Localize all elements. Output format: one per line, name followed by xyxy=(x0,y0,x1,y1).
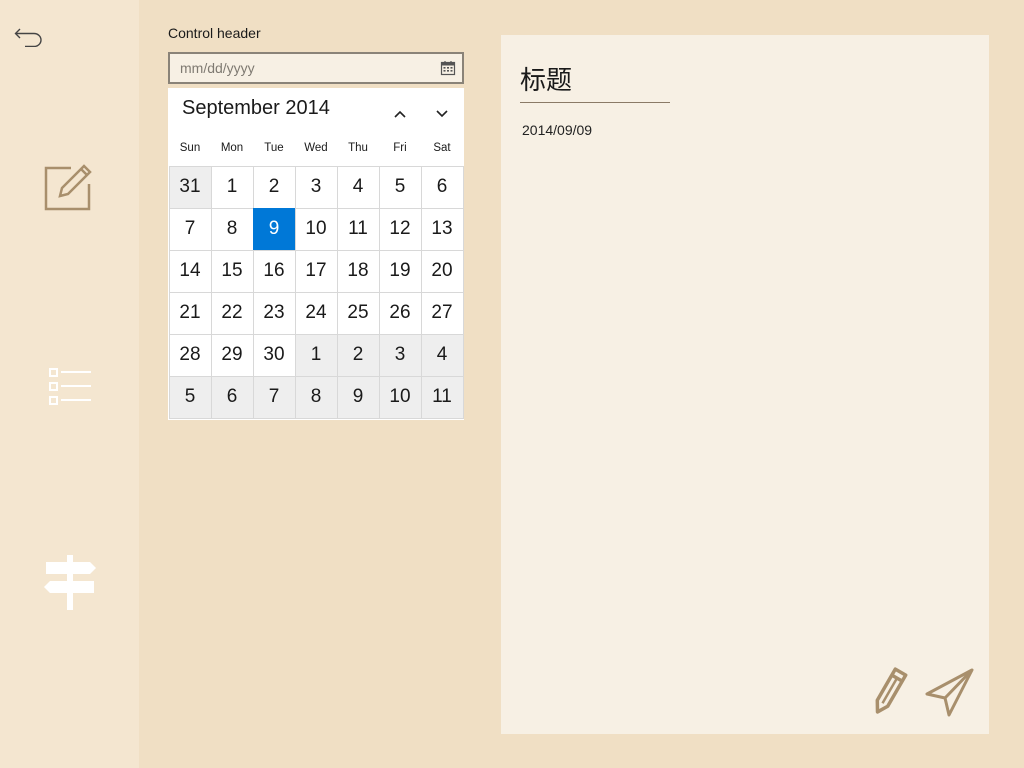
weekday-label: Sat xyxy=(433,142,451,154)
list-icon[interactable] xyxy=(48,367,92,407)
weekday-label: Sun xyxy=(179,142,201,154)
day-cell[interactable]: 20 xyxy=(420,249,464,293)
day-cell[interactable]: 16 xyxy=(252,249,296,293)
day-cell[interactable]: 21 xyxy=(168,291,212,335)
day-cell[interactable]: 6 xyxy=(210,375,254,419)
day-grid: 31 1 2 3 4 5 6 7 8 9 10 11 12 13 14 15 16 17 18 19 20 21 22 23 2… xyxy=(168,165,464,419)
day-cell[interactable]: 8 xyxy=(210,207,254,251)
pencil-icon[interactable] xyxy=(867,665,911,724)
signpost-icon[interactable] xyxy=(42,554,98,610)
weekday-label: Mon xyxy=(220,142,244,154)
day-cell[interactable]: 2 xyxy=(336,333,380,377)
date-picker-header: Control header xyxy=(168,25,261,41)
note-title[interactable]: 标题 xyxy=(520,60,572,97)
day-cell[interactable]: 7 xyxy=(168,207,212,251)
day-cell[interactable]: 19 xyxy=(378,249,422,293)
note-date: 2014/09/09 xyxy=(522,122,593,138)
day-cell[interactable]: 1 xyxy=(210,165,254,209)
day-cell[interactable]: 27 xyxy=(420,291,464,335)
day-cell[interactable]: 6 xyxy=(420,165,464,209)
date-picker-field[interactable] xyxy=(168,52,464,84)
back-arrow-icon[interactable] xyxy=(14,23,44,47)
chevron-up-icon[interactable] xyxy=(388,102,412,126)
day-cell-selected[interactable]: 9 xyxy=(252,207,296,251)
day-cell[interactable]: 8 xyxy=(294,375,338,419)
day-cell[interactable]: 23 xyxy=(252,291,296,335)
day-cell[interactable]: 4 xyxy=(420,333,464,377)
day-cell[interactable]: 13 xyxy=(420,207,464,251)
weekday-label: Tue xyxy=(264,142,284,154)
day-cell[interactable]: 5 xyxy=(168,375,212,419)
day-cell[interactable]: 28 xyxy=(168,333,212,377)
weekday-label: Thu xyxy=(348,142,368,154)
day-cell[interactable]: 3 xyxy=(378,333,422,377)
weekday-label: Wed xyxy=(304,142,328,154)
day-cell[interactable]: 12 xyxy=(378,207,422,251)
title-underline xyxy=(520,102,670,103)
day-cell[interactable]: 24 xyxy=(294,291,338,335)
chevron-down-icon[interactable] xyxy=(430,102,454,126)
day-cell[interactable]: 31 xyxy=(168,165,212,209)
day-cell[interactable]: 26 xyxy=(378,291,422,335)
day-cell[interactable]: 9 xyxy=(336,375,380,419)
day-cell[interactable]: 25 xyxy=(336,291,380,335)
day-cell[interactable]: 29 xyxy=(210,333,254,377)
day-cell[interactable]: 10 xyxy=(378,375,422,419)
weekday-header-row: Sun Mon Tue Wed Thu Fri Sat xyxy=(168,142,464,158)
sidebar xyxy=(0,0,139,768)
calendar-icon[interactable] xyxy=(440,60,456,81)
day-cell[interactable]: 14 xyxy=(168,249,212,293)
weekday-label: Fri xyxy=(393,142,407,154)
day-cell[interactable]: 1 xyxy=(294,333,338,377)
day-cell[interactable]: 11 xyxy=(336,207,380,251)
day-cell[interactable]: 7 xyxy=(252,375,296,419)
calendar-flyout: September 2014 Sun Mon Tue Wed Thu Fri Sat 31 1… xyxy=(168,88,464,420)
day-cell[interactable]: 2 xyxy=(252,165,296,209)
day-cell[interactable]: 15 xyxy=(210,249,254,293)
date-input[interactable] xyxy=(170,54,440,82)
day-cell[interactable]: 4 xyxy=(336,165,380,209)
day-cell[interactable]: 11 xyxy=(420,375,464,419)
day-cell[interactable]: 10 xyxy=(294,207,338,251)
day-cell[interactable]: 30 xyxy=(252,333,296,377)
send-icon[interactable] xyxy=(925,668,975,723)
note-panel: 标题 2014/09/09 xyxy=(501,35,989,734)
edit-note-icon[interactable] xyxy=(44,162,94,212)
month-year-label[interactable]: September 2014 xyxy=(182,97,330,120)
day-cell[interactable]: 3 xyxy=(294,165,338,209)
day-cell[interactable]: 5 xyxy=(378,165,422,209)
day-cell[interactable]: 22 xyxy=(210,291,254,335)
day-cell[interactable]: 17 xyxy=(294,249,338,293)
day-cell[interactable]: 18 xyxy=(336,249,380,293)
